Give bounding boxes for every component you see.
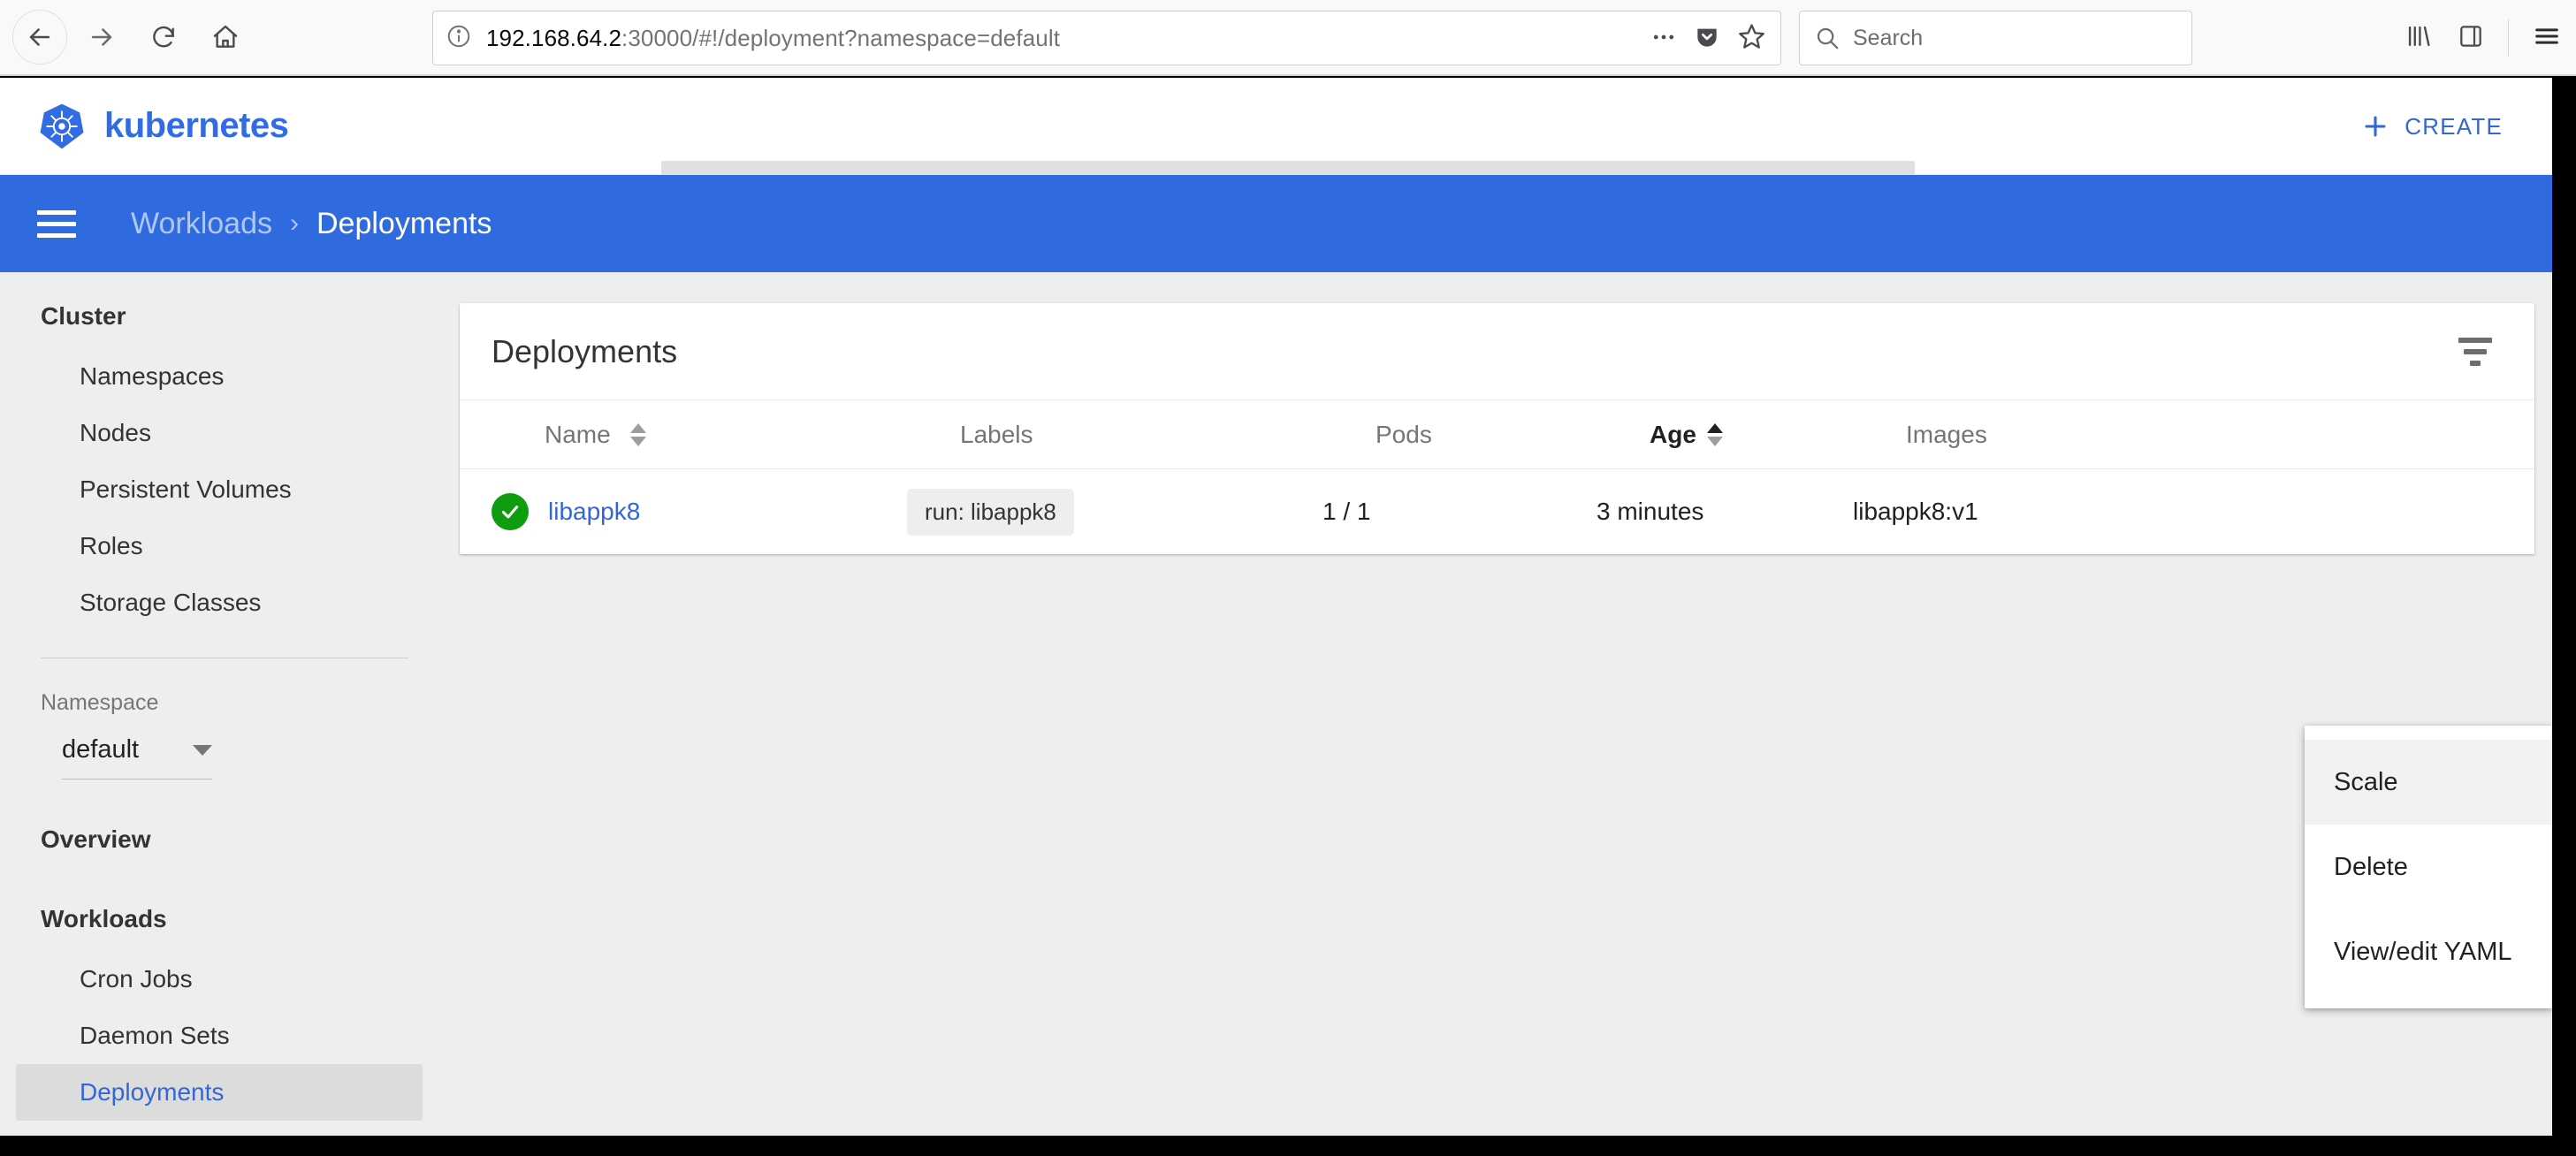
table-row[interactable]: libappk8 run: libappk8 1 / 1 3 minutes l… xyxy=(460,469,2534,554)
column-header-pods: Pods xyxy=(1376,420,1432,448)
sidebar-item-nodes[interactable]: Nodes xyxy=(16,405,423,461)
app-header: kubernetes Search CREATE xyxy=(0,78,2552,223)
cell-labels: run: libappk8 xyxy=(907,488,1322,536)
app-brand-name: kubernetes xyxy=(104,106,289,145)
sidebar: Cluster Namespaces Nodes Persistent Volu… xyxy=(0,272,460,1136)
kubernetes-logo-icon xyxy=(40,103,84,148)
sidebar-section-workloads: Workloads xyxy=(41,905,167,932)
sidebar-icon[interactable] xyxy=(2457,22,2485,55)
app-logo-area[interactable]: kubernetes xyxy=(0,102,289,151)
card-header: Deployments xyxy=(460,303,2534,400)
namespace-label: Namespace xyxy=(41,690,159,715)
breadcrumb-bar: Workloads › Deployments xyxy=(0,175,2552,272)
forward-button[interactable] xyxy=(74,10,129,65)
url-host: 192.168.64.2 xyxy=(486,24,622,51)
status-healthy-icon xyxy=(492,493,529,530)
create-button-label: CREATE xyxy=(2405,112,2503,140)
sort-arrows-icon xyxy=(1706,422,1723,446)
url-bar[interactable]: 192.168.64.2:30000/#!/deployment?namespa… xyxy=(432,11,1781,65)
deployments-card: Deployments Name Labels Pods Age Images xyxy=(460,303,2534,554)
sidebar-item-namespaces[interactable]: Namespaces xyxy=(16,348,423,405)
chevron-down-icon xyxy=(193,744,212,756)
page-body: Cluster Namespaces Nodes Persistent Volu… xyxy=(0,272,2552,1136)
sidebar-item-deployments[interactable]: Deployments xyxy=(16,1064,423,1121)
menu-item-view-edit-yaml[interactable]: View/edit YAML xyxy=(2305,909,2552,994)
sidebar-item-daemon-sets[interactable]: Daemon Sets xyxy=(16,1008,423,1064)
url-path: :30000/#!/deployment?namespace=default xyxy=(621,24,1061,51)
reload-button[interactable] xyxy=(136,10,191,65)
breadcrumb: Workloads › Deployments xyxy=(131,207,492,241)
column-header-images: Images xyxy=(1906,420,1987,448)
sidebar-item-persistent-volumes[interactable]: Persistent Volumes xyxy=(16,461,423,518)
cell-pods: 1 / 1 xyxy=(1322,498,1371,525)
menu-item-delete[interactable]: Delete xyxy=(2305,825,2552,909)
deployment-name-link[interactable]: libappk8 xyxy=(548,498,640,526)
browser-search-placeholder: Search xyxy=(1853,25,1924,50)
column-header-age[interactable]: Age xyxy=(1650,421,1906,449)
filter-icon[interactable] xyxy=(2458,337,2492,366)
menu-item-scale[interactable]: Scale xyxy=(2305,740,2552,825)
breadcrumb-separator-icon: › xyxy=(290,209,299,238)
row-context-menu: Scale Delete View/edit YAML xyxy=(2305,726,2552,1008)
label-chip: run: libappk8 xyxy=(907,488,1074,536)
search-icon xyxy=(1817,27,1839,49)
namespace-select[interactable]: default xyxy=(62,735,212,780)
column-header-age-label: Age xyxy=(1650,420,1696,448)
home-icon xyxy=(213,25,238,48)
reload-icon xyxy=(153,26,174,48)
url-text: 192.168.64.2:30000/#!/deployment?namespa… xyxy=(486,25,1060,52)
page-title: Deployments xyxy=(492,332,678,369)
breadcrumb-parent[interactable]: Workloads xyxy=(131,207,272,241)
column-header-name[interactable]: Name xyxy=(545,421,960,449)
browser-toolbar: 192.168.64.2:30000/#!/deployment?namespa… xyxy=(0,0,2576,76)
sidebar-item-cron-jobs[interactable]: Cron Jobs xyxy=(16,951,423,1008)
library-icon[interactable] xyxy=(2404,21,2434,56)
browser-search-input[interactable]: Search xyxy=(1799,11,2192,65)
browser-toolbar-right xyxy=(2404,0,2562,76)
sidebar-item-roles[interactable]: Roles xyxy=(16,518,423,574)
sidebar-item-storage-classes[interactable]: Storage Classes xyxy=(16,574,423,631)
pocket-icon[interactable] xyxy=(1693,23,1721,56)
forward-arrow-icon xyxy=(91,28,112,46)
menu-toggle-icon[interactable] xyxy=(37,209,76,238)
plus-icon xyxy=(2365,116,2386,137)
back-button[interactable] xyxy=(12,10,67,65)
page-info-icon[interactable] xyxy=(446,23,472,54)
sort-arrows-icon xyxy=(629,422,646,446)
main-content: Deployments Name Labels Pods Age Images xyxy=(460,272,2552,1136)
cell-age: 3 minutes xyxy=(1597,498,1704,525)
hamburger-menu-icon[interactable] xyxy=(2532,21,2562,56)
toolbar-divider xyxy=(2508,19,2509,57)
back-arrow-icon xyxy=(29,28,50,46)
create-button[interactable]: CREATE xyxy=(2360,78,2503,175)
url-bar-actions xyxy=(1650,11,1766,66)
namespace-select-value: default xyxy=(62,735,140,764)
home-button[interactable] xyxy=(198,10,253,65)
sidebar-section-overview[interactable]: Overview xyxy=(0,780,460,871)
column-header-labels: Labels xyxy=(960,420,1033,448)
star-icon[interactable] xyxy=(1737,22,1766,56)
table-header-row: Name Labels Pods Age Images xyxy=(460,400,2534,469)
column-header-name-label: Name xyxy=(545,420,611,448)
sidebar-section-cluster: Cluster xyxy=(41,302,126,330)
browser-nav-buttons xyxy=(0,10,253,65)
ellipsis-icon[interactable] xyxy=(1650,24,1677,55)
cell-images: libappk8:v1 xyxy=(1853,498,1978,525)
cell-name: libappk8 xyxy=(492,493,907,530)
breadcrumb-current: Deployments xyxy=(316,206,492,240)
